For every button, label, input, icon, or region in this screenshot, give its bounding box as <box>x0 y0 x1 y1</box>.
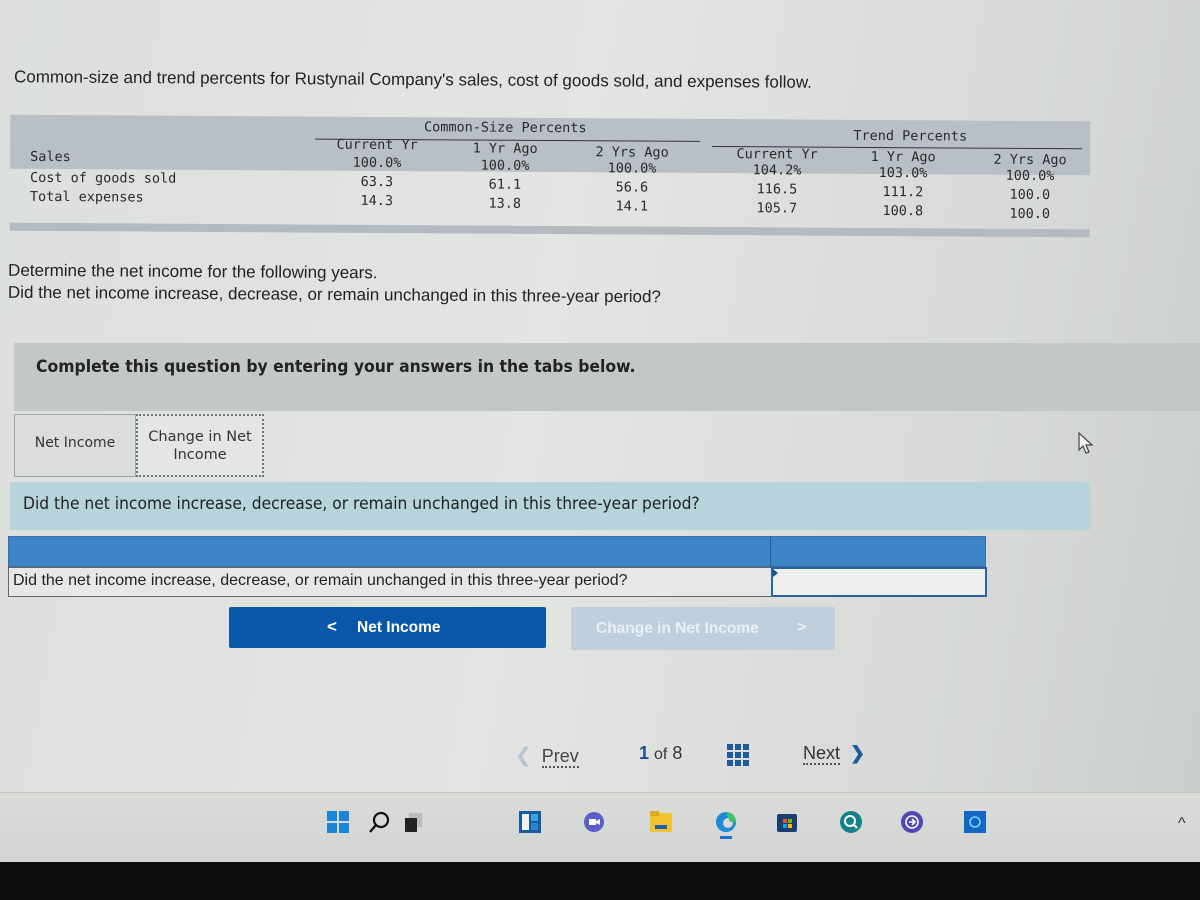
pager-prev-link[interactable]: ❮ Prev <box>515 743 579 768</box>
instruction-text: Complete this question by entering your … <box>36 357 636 377</box>
table-cell: 13.8 <box>488 195 522 212</box>
tab-label-line-2: Income <box>173 447 227 463</box>
answer-row-question: Did the net income increase, decrease, o… <box>13 572 628 589</box>
edge-browser-icon[interactable] <box>715 811 737 839</box>
question-line-2: Did the net income increase, decrease, o… <box>7 282 661 307</box>
chevron-left-icon: < <box>327 617 337 636</box>
answer-table-header <box>8 536 986 568</box>
pager-prev-label: Prev <box>541 746 579 768</box>
table-cell: 111.2 <box>882 184 924 201</box>
table-cell: 100.0% <box>480 157 530 174</box>
col-header: 2 Yrs Ago <box>993 151 1067 169</box>
common-size-title: Common-Size Percents <box>423 119 587 137</box>
question-text: Determine the net income for the followi… <box>8 260 661 309</box>
row-label-cogs: Cost of goods sold <box>29 169 177 187</box>
pager-count: 1 of 8 <box>639 743 682 764</box>
mouse-cursor-icon <box>1078 431 1094 461</box>
col-header: 1 Yr Ago <box>870 148 936 166</box>
tab-label-line-1: Change in Net <box>148 429 252 445</box>
answer-dropdown-field[interactable] <box>771 567 987 597</box>
table-cell: 100.0 <box>1009 205 1051 223</box>
tab-net-income[interactable]: Net Income <box>14 414 136 477</box>
pager-next-label: Next <box>803 743 841 765</box>
next-tab-label: Change in Net Income <box>596 620 759 637</box>
table-cell: 63.3 <box>360 173 394 191</box>
trend-title: Trend Percents <box>853 127 968 145</box>
table-bottom-band <box>9 222 1090 238</box>
table-cell: 14.1 <box>615 198 649 215</box>
col-header: Current Yr <box>736 146 818 163</box>
tray-chevron-icon[interactable]: ^ <box>1178 815 1186 833</box>
col-header: 1 Yr Ago <box>472 140 538 157</box>
microsoft-store-icon[interactable] <box>776 811 798 833</box>
windows-start-icon[interactable] <box>327 811 349 833</box>
table-cell: 100.0% <box>352 154 402 172</box>
table-cell: 100.0% <box>607 160 657 177</box>
table-cell: 100.8 <box>882 203 924 220</box>
table-cell: 105.7 <box>756 200 798 217</box>
table-cell: 61.1 <box>488 176 522 193</box>
answer-row: Did the net income increase, decrease, o… <box>8 567 987 597</box>
percents-table: Common-Size Percents Trend Percents Curr… <box>9 111 1091 242</box>
header-divider <box>770 537 771 568</box>
app-search-icon[interactable] <box>840 811 862 833</box>
teams-chat-icon[interactable] <box>583 811 605 833</box>
next-tab-button[interactable]: Change in Net Income > <box>571 607 835 650</box>
question-grid-icon[interactable] <box>727 744 749 766</box>
row-label-expenses: Total expenses <box>29 188 144 206</box>
panel-prompt-bar: Did the net income increase, decrease, o… <box>10 482 1090 530</box>
windows-taskbar: ^ <box>0 792 1200 862</box>
table-cell: 100.0 <box>1009 186 1051 204</box>
panel-prompt: Did the net income increase, decrease, o… <box>23 494 700 513</box>
table-cell: 100.0% <box>1005 167 1055 185</box>
app-blue-icon[interactable] <box>964 811 986 833</box>
table-cell: 14.3 <box>360 192 394 210</box>
row-label-sales: Sales <box>30 148 71 166</box>
intro-text: Common-size and trend percents for Rusty… <box>13 67 812 92</box>
pager-current: 1 <box>639 743 650 763</box>
prev-tab-button[interactable]: < Net Income <box>229 607 546 648</box>
pager-next-link[interactable]: Next ❯ <box>803 743 866 765</box>
widgets-icon[interactable] <box>519 811 541 833</box>
table-cell: 116.5 <box>756 181 798 198</box>
col-header: 2 Yrs Ago <box>595 144 669 161</box>
prev-tab-label: Net Income <box>357 619 441 636</box>
table-cell: 103.0% <box>878 165 928 182</box>
chevron-right-icon: ❯ <box>850 743 866 763</box>
search-icon[interactable] <box>368 811 390 833</box>
table-cell: 56.6 <box>615 179 649 196</box>
pager-of: of <box>654 746 668 763</box>
chevron-left-icon: ❮ <box>515 745 532 767</box>
task-view-icon[interactable] <box>404 811 426 833</box>
tab-change-in-net-income[interactable]: Change in Net Income <box>136 414 264 477</box>
screen-bezel <box>0 862 1200 900</box>
pager-total: 8 <box>672 743 683 763</box>
answer-table: Did the net income increase, decrease, o… <box>8 536 987 598</box>
col-header: Current Yr <box>336 136 418 154</box>
instruction-bar: Complete this question by entering your … <box>14 343 1200 411</box>
table-cell: 104.2% <box>752 162 802 179</box>
app-sync-icon[interactable] <box>901 811 923 833</box>
file-explorer-icon[interactable] <box>650 811 672 833</box>
chevron-right-icon: > <box>797 619 807 636</box>
dropdown-marker-icon <box>773 569 778 577</box>
